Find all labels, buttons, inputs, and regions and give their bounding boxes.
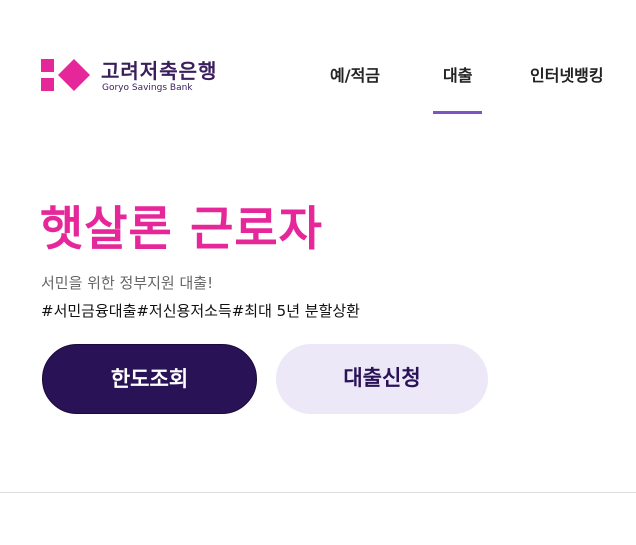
active-nav-indicator xyxy=(433,111,482,114)
loan-apply-button[interactable]: 대출신청 xyxy=(276,344,488,414)
hashtag-line: #서민금융대출#저신용저소득#최대 5년 분할상환 xyxy=(41,302,360,320)
page-title: 햇살론 근로자 xyxy=(40,202,323,257)
nav-item-loans[interactable]: 대출 xyxy=(443,62,472,114)
limit-inquiry-button[interactable]: 한도조회 xyxy=(42,344,257,414)
nav-item-internet-banking[interactable]: 인터넷뱅킹 xyxy=(530,62,604,114)
section-divider xyxy=(0,492,636,493)
site-header: 고려저축은행 Goryo Savings Bank 예/적금 대출 인터넷뱅킹 xyxy=(0,0,636,150)
page-subtitle: 서민을 위한 정부지원 대출! xyxy=(41,274,214,292)
main-nav: 예/적금 대출 인터넷뱅킹 xyxy=(0,62,636,114)
nav-item-deposits[interactable]: 예/적금 xyxy=(330,62,380,114)
